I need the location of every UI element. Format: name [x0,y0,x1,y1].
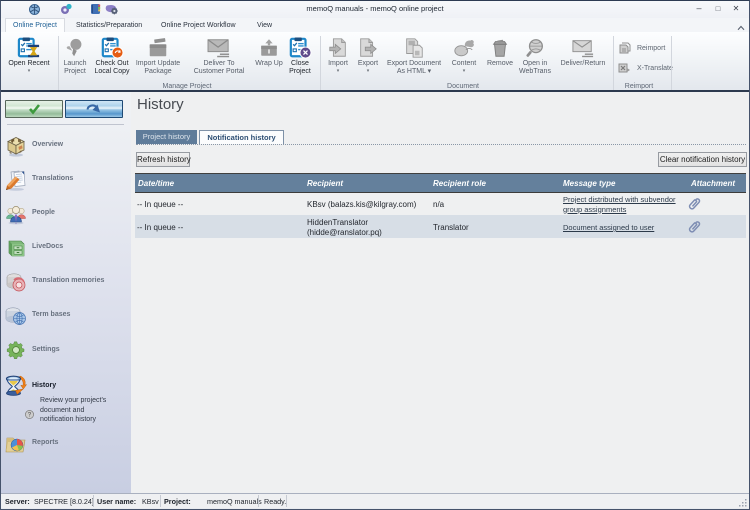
svg-text:?: ? [28,412,32,419]
